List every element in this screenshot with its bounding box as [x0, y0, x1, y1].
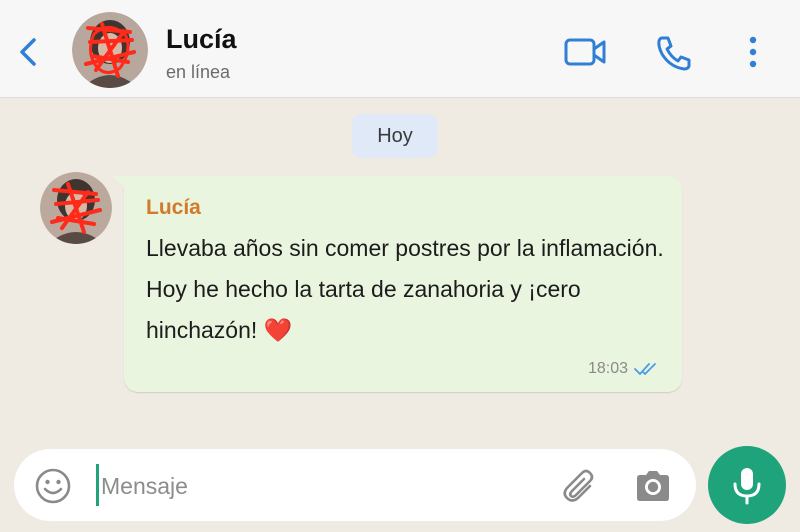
message-text: Llevaba años sin comer postres por la in…	[146, 235, 664, 343]
message-sender: Lucía	[146, 196, 201, 219]
more-options-button[interactable]	[742, 32, 764, 72]
video-call-button[interactable]	[562, 32, 610, 72]
text-caret	[96, 464, 99, 506]
attach-button[interactable]	[560, 466, 600, 506]
voice-call-button[interactable]	[652, 32, 694, 72]
camera-icon	[637, 471, 669, 501]
contact-status: en línea	[166, 62, 231, 82]
video-call-icon	[564, 38, 606, 66]
contact-avatar[interactable]	[72, 12, 148, 88]
camera-button[interactable]	[634, 468, 672, 504]
emoji-icon	[35, 468, 71, 504]
more-options-icon	[749, 36, 757, 68]
back-icon	[20, 38, 36, 66]
paperclip-icon	[563, 469, 594, 502]
phone-icon	[657, 36, 691, 71]
double-check-icon	[634, 363, 656, 375]
message-input[interactable]	[101, 466, 521, 506]
voice-message-button[interactable]	[708, 446, 786, 524]
microphone-icon	[733, 468, 761, 505]
message-meta: 18:03	[588, 360, 658, 378]
sender-avatar[interactable]	[40, 172, 112, 244]
message-time: 18:03	[588, 360, 629, 377]
emoji-button[interactable]	[34, 467, 72, 505]
chat-header: Lucía en línea	[0, 0, 800, 98]
back-button[interactable]	[12, 32, 42, 72]
date-separator: Hoy	[352, 114, 438, 158]
contact-name[interactable]: Lucía	[166, 24, 237, 55]
